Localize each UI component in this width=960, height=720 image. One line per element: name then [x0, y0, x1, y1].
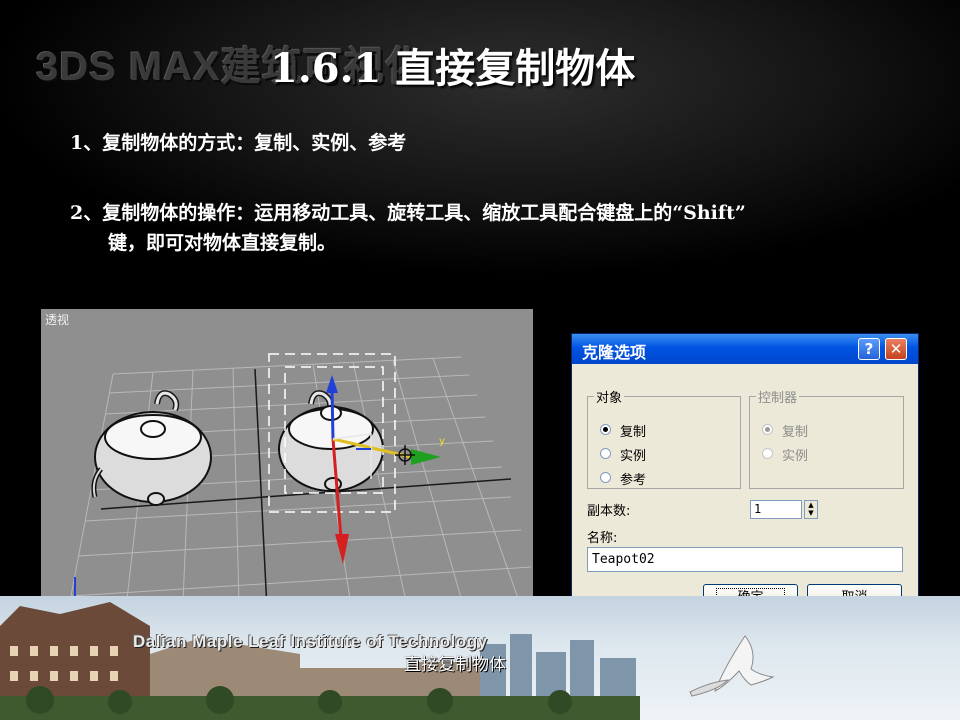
object-group: 对象 复制 实例 参考 — [587, 387, 741, 489]
viewport-label: 透视 — [45, 313, 70, 327]
object-group-legend: 对象 — [596, 391, 623, 406]
copies-input[interactable]: 1 — [750, 500, 802, 519]
clone-options-dialog: 克隆选项 ? ✕ 对象 复制 实例 参考 控制器 复制 实例 副本数: 1 ▲ … — [571, 333, 919, 625]
copies-label: 副本数: — [587, 504, 631, 519]
footer-caption: 直接复制物体 — [404, 655, 506, 675]
radio-indicator — [762, 448, 773, 459]
radio-label: 实例 — [782, 449, 809, 464]
help-button[interactable]: ? — [858, 338, 880, 360]
perspective-viewport[interactable]: y 透视 — [41, 309, 533, 631]
controller-group: 控制器 复制 实例 — [749, 387, 904, 489]
radio-label: 实例 — [620, 449, 647, 464]
radio-indicator[interactable] — [600, 424, 611, 435]
slide-title: 1.6.1 直接复制物体 — [270, 45, 636, 92]
copies-spinner[interactable]: ▲ ▼ — [804, 500, 818, 519]
radio-indicator[interactable] — [600, 472, 611, 483]
bullet-text: 1、复制物体的方式：复制、实例、参考 — [70, 132, 407, 154]
grid-axis-z — [254, 368, 268, 610]
bullet-text: 2、复制物体的操作：运用移动工具、旋转工具、缩放工具配合键盘上的“Shift” — [70, 202, 746, 224]
bullet-copy-operation: 2、复制物体的操作：运用移动工具、旋转工具、缩放工具配合键盘上的“Shift” … — [70, 198, 746, 258]
dialog-titlebar[interactable]: 克隆选项 ? ✕ — [572, 334, 918, 364]
gizmo-axis-label-y: y — [439, 436, 445, 447]
name-label: 名称: — [587, 531, 618, 546]
institute-name: Dalian Maple Leaf Institute of Technolog… — [133, 632, 488, 651]
radio-label: 复制 — [782, 425, 809, 440]
seagull-icon — [689, 635, 775, 697]
bullet-text-continued: 键，即可对物体直接复制。 — [108, 232, 337, 254]
radio-indicator[interactable] — [600, 448, 611, 459]
name-input[interactable]: Teapot02 — [587, 547, 903, 572]
dialog-title: 克隆选项 — [582, 343, 647, 362]
close-button[interactable]: ✕ — [885, 338, 907, 360]
radio-label: 复制 — [620, 425, 647, 440]
radio-label: 参考 — [620, 473, 647, 488]
controller-group-legend: 控制器 — [758, 391, 798, 406]
spinner-down-icon[interactable]: ▼ — [805, 509, 817, 517]
bullet-copy-methods: 1、复制物体的方式：复制、实例、参考 — [70, 128, 406, 158]
slide: 3DS MAX建筑可视化 1.6.1 直接复制物体 1、复制物体的方式：复制、实… — [0, 0, 960, 720]
viewport-scene: y — [70, 353, 532, 618]
radio-indicator — [762, 424, 773, 435]
spinner-up-icon[interactable]: ▲ — [805, 501, 817, 509]
